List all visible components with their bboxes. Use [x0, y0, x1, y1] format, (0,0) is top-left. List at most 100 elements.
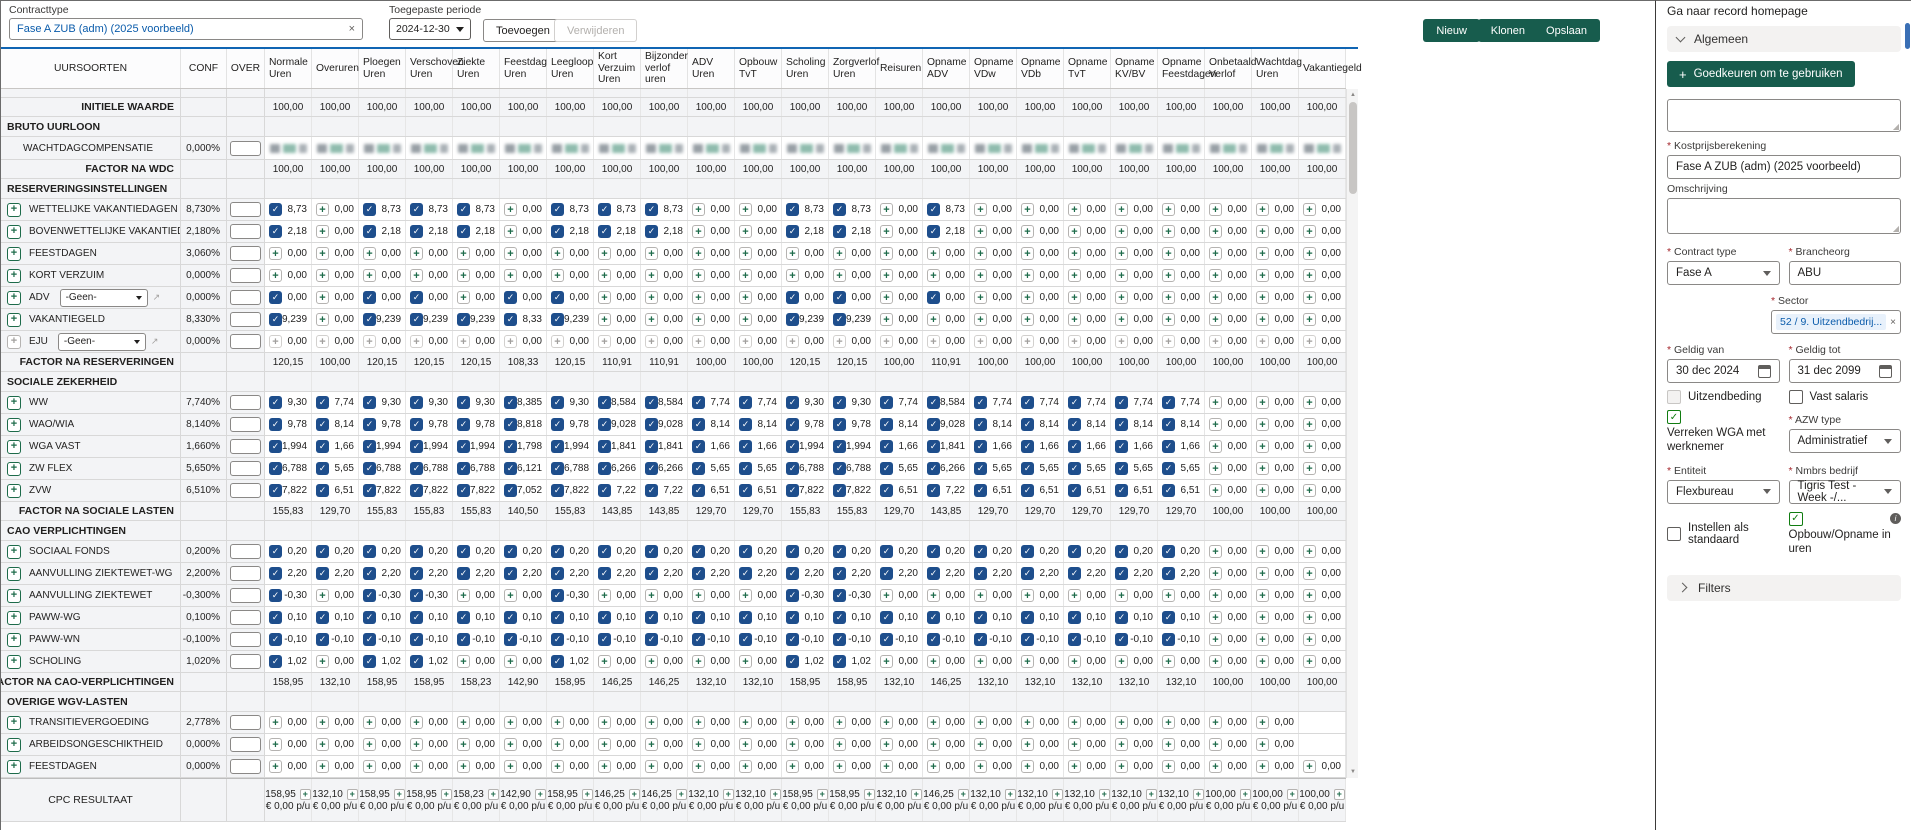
cell-checkbox-checked[interactable]: ✓ — [504, 462, 517, 475]
record-homepage-link[interactable]: Ga naar record homepage — [1667, 4, 1901, 18]
cell-checkbox-checked[interactable]: ✓ — [692, 633, 705, 646]
cell-checkbox-checked[interactable]: ✓ — [974, 440, 987, 453]
cell-checkbox-checked[interactable]: ✓ — [692, 545, 705, 558]
cell-checkbox-checked[interactable]: ✓ — [645, 484, 658, 497]
cell-add-button[interactable]: + — [1334, 789, 1345, 800]
cell-add-button[interactable]: + — [1303, 225, 1316, 238]
cell-add-button[interactable]: + — [645, 247, 658, 260]
cell-add-button[interactable]: + — [974, 291, 987, 304]
over-input[interactable] — [230, 417, 261, 432]
cell-add-button[interactable]: + — [1115, 655, 1128, 668]
cell-add-button[interactable]: + — [1209, 225, 1222, 238]
cell-checkbox-checked[interactable]: ✓ — [457, 462, 470, 475]
cell-checkbox-checked[interactable]: ✓ — [269, 440, 282, 453]
cell-add-button[interactable]: + — [410, 760, 423, 773]
cell-add-button[interactable]: + — [410, 738, 423, 751]
over-input[interactable] — [230, 715, 261, 730]
cell-checkbox-checked[interactable]: ✓ — [551, 291, 564, 304]
cell-add-button[interactable]: + — [457, 269, 470, 282]
cell-checkbox-checked[interactable]: ✓ — [316, 462, 329, 475]
cell-add-button[interactable]: + — [880, 738, 893, 751]
cell-add-button[interactable]: + — [1162, 716, 1175, 729]
cell-add-button[interactable]: + — [880, 655, 893, 668]
cell-add-button[interactable]: + — [598, 589, 611, 602]
cell-checkbox-checked[interactable]: ✓ — [739, 484, 752, 497]
cell-checkbox-checked[interactable]: ✓ — [363, 440, 376, 453]
expand-row-icon[interactable]: + — [7, 418, 21, 432]
cell-checkbox-checked[interactable]: ✓ — [927, 203, 940, 216]
cell-checkbox-checked[interactable]: ✓ — [739, 611, 752, 624]
cell-checkbox-checked[interactable]: ✓ — [927, 440, 940, 453]
cell-checkbox-checked[interactable]: ✓ — [269, 203, 282, 216]
cell-checkbox-checked[interactable]: ✓ — [645, 418, 658, 431]
cell-checkbox-checked[interactable]: ✓ — [363, 291, 376, 304]
cell-add-button[interactable]: + — [692, 203, 705, 216]
cell-checkbox-checked[interactable]: ✓ — [269, 567, 282, 580]
contracttype-input[interactable]: Fase A ZUB (adm) (2025 voorbeeld) × — [9, 18, 363, 40]
over-input[interactable] — [230, 759, 261, 774]
cell-add-button[interactable]: + — [645, 760, 658, 773]
cell-checkbox-checked[interactable]: ✓ — [504, 440, 517, 453]
cell-checkbox-checked[interactable]: ✓ — [598, 611, 611, 624]
cell-checkbox-checked[interactable]: ✓ — [645, 545, 658, 558]
cell-checkbox-checked[interactable]: ✓ — [363, 655, 376, 668]
cell-add-button[interactable]: + — [880, 291, 893, 304]
cell-add-button[interactable]: + — [457, 589, 470, 602]
cell-add-button[interactable]: + — [974, 655, 987, 668]
open-record-icon[interactable]: ↗ — [153, 292, 161, 303]
cell-add-button[interactable]: + — [1303, 589, 1316, 602]
scrollbar-thumb[interactable] — [1349, 102, 1357, 194]
cell-add-button[interactable]: + — [457, 738, 470, 751]
cell-checkbox-checked[interactable]: ✓ — [551, 462, 564, 475]
over-input[interactable] — [230, 334, 261, 349]
cell-checkbox-checked[interactable]: ✓ — [410, 567, 423, 580]
cell-add-button[interactable]: + — [645, 313, 658, 326]
cell-checkbox-checked[interactable]: ✓ — [269, 484, 282, 497]
cell-checkbox-checked[interactable]: ✓ — [786, 567, 799, 580]
cell-add-button[interactable]: + — [723, 789, 734, 800]
cell-add-button[interactable]: + — [1209, 760, 1222, 773]
cell-checkbox-checked[interactable]: ✓ — [504, 313, 517, 326]
cell-add-button[interactable]: + — [974, 738, 987, 751]
cell-add-button[interactable]: + — [1005, 789, 1016, 800]
expand-row-icon[interactable]: + — [7, 611, 21, 625]
cell-add-button[interactable]: + — [786, 247, 799, 260]
cell-checkbox-checked[interactable]: ✓ — [880, 418, 893, 431]
cell-add-button[interactable]: + — [1303, 418, 1316, 431]
cell-add-button[interactable]: + — [974, 225, 987, 238]
cell-checkbox-checked[interactable]: ✓ — [1021, 462, 1034, 475]
cell-checkbox-checked[interactable]: ✓ — [739, 633, 752, 646]
cell-checkbox-checked[interactable]: ✓ — [692, 567, 705, 580]
cell-checkbox-checked[interactable]: ✓ — [739, 462, 752, 475]
cell-add-button[interactable]: + — [645, 291, 658, 304]
cell-add-button[interactable]: + — [1162, 291, 1175, 304]
toevoegen-button[interactable]: Toevoegen — [483, 19, 563, 42]
cell-checkbox-checked[interactable]: ✓ — [363, 203, 376, 216]
cell-checkbox-checked[interactable]: ✓ — [410, 611, 423, 624]
cell-checkbox-checked[interactable]: ✓ — [786, 655, 799, 668]
cell-add-button[interactable]: + — [880, 225, 893, 238]
cell-add-button[interactable]: + — [363, 269, 376, 282]
cell-add-button[interactable]: + — [974, 203, 987, 216]
cell-add-button[interactable]: + — [504, 760, 517, 773]
cell-add-button[interactable]: + — [1162, 589, 1175, 602]
cell-add-button[interactable]: + — [316, 589, 329, 602]
cell-checkbox-checked[interactable]: ✓ — [269, 545, 282, 558]
algemeen-section-header[interactable]: Algemeen — [1667, 26, 1901, 52]
cell-add-button[interactable]: + — [1256, 313, 1269, 326]
cell-add-button[interactable]: + — [739, 589, 752, 602]
cell-add-button[interactable]: + — [692, 247, 705, 260]
cell-checkbox-checked[interactable]: ✓ — [598, 545, 611, 558]
cell-checkbox-checked[interactable]: ✓ — [786, 545, 799, 558]
cell-add-button[interactable]: + — [316, 247, 329, 260]
cell-add-button[interactable]: + — [1068, 716, 1081, 729]
cell-add-button[interactable]: + — [974, 313, 987, 326]
cell-checkbox-checked[interactable]: ✓ — [786, 462, 799, 475]
over-input[interactable] — [230, 312, 261, 327]
filters-section-header[interactable]: Filters — [1667, 575, 1901, 601]
cell-add-button[interactable]: + — [739, 247, 752, 260]
cell-add-button[interactable]: + — [1193, 789, 1204, 800]
cell-checkbox-checked[interactable]: ✓ — [551, 440, 564, 453]
cell-add-button[interactable]: + — [316, 203, 329, 216]
cell-add-button[interactable]: + — [1256, 655, 1269, 668]
